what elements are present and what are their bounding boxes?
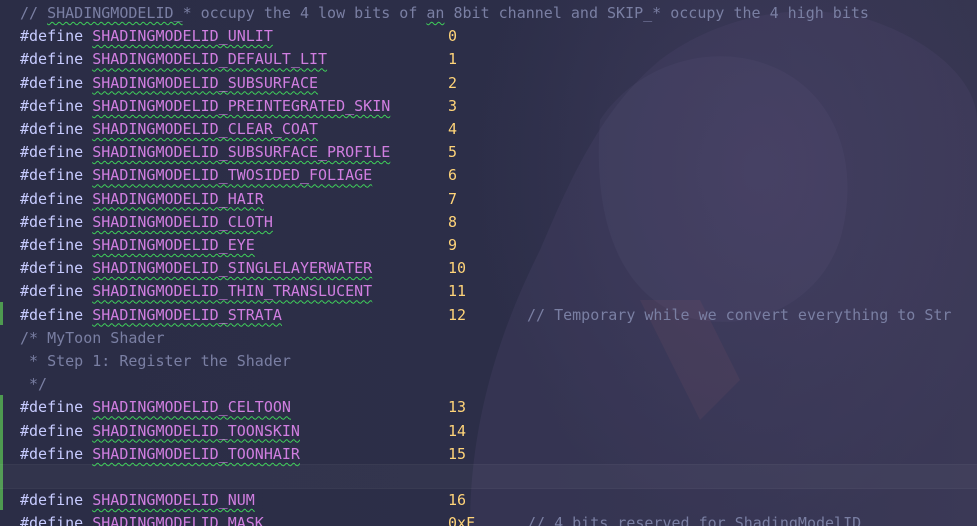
macro-value: 10 bbox=[448, 259, 467, 278]
macro-name[interactable]: SHADINGMODELID_SUBSURFACE_PROFILE bbox=[92, 143, 390, 161]
code-line-define[interactable]: #define SHADINGMODELID_THIN_TRANSLUCENT 1… bbox=[20, 280, 975, 303]
define-keyword: #define bbox=[20, 236, 84, 254]
macro-value: 16 bbox=[448, 491, 467, 510]
macro-value: 15 bbox=[448, 444, 467, 463]
code-line-empty[interactable] bbox=[20, 466, 975, 489]
define-keyword: #define bbox=[20, 27, 84, 46]
define-keyword: #define bbox=[20, 282, 84, 301]
define-keyword: #define bbox=[20, 421, 84, 440]
code-line-define[interactable]: #define SHADINGMODELID_STRATA 12 // Tempor… bbox=[20, 304, 975, 327]
macro-value: 8 bbox=[448, 212, 458, 231]
macro-value: 4 bbox=[448, 120, 458, 138]
define-keyword: #define bbox=[20, 398, 84, 417]
define-keyword: #define bbox=[20, 491, 84, 510]
macro-name[interactable]: SHADINGMODELID_TOONSKIN bbox=[92, 422, 300, 440]
define-keyword: #define bbox=[20, 73, 84, 92]
code-line-define[interactable]: #define SHADINGMODELID_HAIR 7 bbox=[20, 188, 975, 211]
macro-name[interactable]: SHADINGMODELID_STRATA bbox=[92, 306, 282, 324]
comment-text: an bbox=[426, 4, 445, 22]
macro-name[interactable]: SHADINGMODELID_DEFAULT_LIT bbox=[92, 50, 327, 68]
macro-name[interactable]: SHADINGMODELID_TWOSIDED_FOLIAGE bbox=[92, 166, 372, 184]
macro-value: 7 bbox=[448, 189, 458, 208]
macro-value: 1 bbox=[448, 50, 458, 69]
macro-value: 6 bbox=[448, 166, 458, 185]
macro-value: 11 bbox=[448, 282, 467, 301]
macro-name[interactable]: SHADINGMODELID_UNLIT bbox=[92, 27, 273, 45]
macro-value: 0 bbox=[448, 27, 458, 46]
inline-comment: // Temporary while we convert everything… bbox=[527, 305, 952, 324]
macro-value: 0xF bbox=[448, 514, 476, 526]
inline-comment: // 4 bits reserved for ShadingModelID bbox=[527, 514, 862, 526]
macro-name[interactable]: SHADINGMODELID_NUM bbox=[92, 491, 255, 509]
define-keyword: #define bbox=[20, 189, 84, 208]
code-line-define[interactable]: #define SHADINGMODELID_NUM 16 bbox=[20, 489, 975, 512]
macro-name[interactable]: SHADINGMODELID_CLOTH bbox=[92, 213, 273, 231]
define-keyword: #define bbox=[20, 212, 84, 231]
macro-value: 5 bbox=[448, 143, 458, 162]
macro-value: 2 bbox=[448, 73, 458, 92]
macro-name[interactable]: SHADINGMODELID_PREINTEGRATED_SKIN bbox=[92, 97, 390, 115]
define-keyword: #define bbox=[20, 50, 84, 69]
code-line-define[interactable]: #define SHADINGMODELID_MASK 0xF // 4 bits … bbox=[20, 512, 975, 526]
macro-name[interactable]: SHADINGMODELID_SINGLELAYERWATER bbox=[92, 259, 372, 277]
define-keyword: #define bbox=[20, 305, 84, 324]
code-line-define[interactable]: #define SHADINGMODELID_PREINTEGRATED_SKI… bbox=[20, 95, 975, 118]
code-line-define[interactable]: #define SHADINGMODELID_SUBSURFACE_PROFIL… bbox=[20, 141, 975, 164]
macro-name[interactable]: SHADINGMODELID_TOONHAIR bbox=[92, 445, 300, 463]
gutter-modified-marker bbox=[0, 302, 3, 325]
comment-text: // bbox=[20, 4, 48, 22]
code-line-block-comment[interactable]: * Step 1: Register the Shader bbox=[20, 350, 975, 373]
macro-value: 14 bbox=[448, 421, 467, 440]
code-line-define[interactable]: #define SHADINGMODELID_SINGLELAYERWATER 1… bbox=[20, 257, 975, 280]
code-editor[interactable]: // SHADINGMODELID_* occupy the 4 low bit… bbox=[0, 0, 977, 526]
code-line-block-comment[interactable]: /* MyToon Shader bbox=[20, 327, 975, 350]
comment-text: 8bit channel and SKIP_* occupy the 4 hig… bbox=[444, 4, 869, 22]
macro-value: 9 bbox=[448, 236, 458, 254]
comment-text: * occupy the 4 low bits of bbox=[182, 4, 427, 22]
gutter-added-marker bbox=[0, 395, 3, 510]
code-line-define[interactable]: #define SHADINGMODELID_CLEAR_COAT 4 bbox=[20, 118, 975, 141]
code-line-define[interactable]: #define SHADINGMODELID_UNLIT 0 bbox=[20, 25, 975, 48]
macro-value: 3 bbox=[448, 96, 458, 115]
code-line-block-comment[interactable]: */ bbox=[20, 373, 975, 396]
code-line-define[interactable]: #define SHADINGMODELID_DEFAULT_LIT 1 bbox=[20, 48, 975, 71]
define-keyword: #define bbox=[20, 96, 84, 115]
code-line-define[interactable]: #define SHADINGMODELID_EYE 9 bbox=[20, 234, 975, 257]
define-keyword: #define bbox=[20, 143, 84, 162]
macro-name[interactable]: SHADINGMODELID_THIN_TRANSLUCENT bbox=[92, 282, 372, 300]
define-keyword: #define bbox=[20, 444, 84, 463]
comment-text: /* MyToon Shader bbox=[20, 328, 165, 347]
macro-value: 13 bbox=[448, 398, 467, 417]
comment-text: SHADINGMODELID_ bbox=[47, 4, 183, 22]
macro-name[interactable]: SHADINGMODELID_HAIR bbox=[92, 190, 264, 208]
code-line-define[interactable]: #define SHADINGMODELID_CLOTH 8 bbox=[20, 211, 975, 234]
define-keyword: #define bbox=[20, 514, 84, 526]
macro-name[interactable]: SHADINGMODELID_SUBSURFACE bbox=[92, 74, 318, 92]
macro-name[interactable]: SHADINGMODELID_MASK bbox=[92, 514, 264, 526]
code-line-comment[interactable]: // SHADINGMODELID_* occupy the 4 low bit… bbox=[20, 2, 975, 25]
define-keyword: #define bbox=[20, 259, 84, 278]
define-keyword: #define bbox=[20, 166, 84, 185]
macro-name[interactable]: SHADINGMODELID_EYE bbox=[92, 236, 255, 254]
define-keyword: #define bbox=[20, 120, 84, 138]
code-line-define[interactable]: #define SHADINGMODELID_TOONSKIN 14 bbox=[20, 420, 975, 443]
code-line-define[interactable]: #define SHADINGMODELID_SUBSURFACE 2 bbox=[20, 72, 975, 95]
code-line-define[interactable]: #define SHADINGMODELID_CELTOON 13 bbox=[20, 396, 975, 419]
macro-name[interactable]: SHADINGMODELID_CELTOON bbox=[92, 398, 291, 416]
comment-text: */ bbox=[20, 375, 48, 394]
macro-name[interactable]: SHADINGMODELID_CLEAR_COAT bbox=[92, 120, 318, 138]
comment-text: * Step 1: Register the Shader bbox=[20, 352, 291, 370]
code-line-define[interactable]: #define SHADINGMODELID_TOONHAIR 15 bbox=[20, 443, 975, 466]
macro-value: 12 bbox=[448, 305, 467, 324]
code-line-define[interactable]: #define SHADINGMODELID_TWOSIDED_FOLIAGE 6 bbox=[20, 164, 975, 187]
